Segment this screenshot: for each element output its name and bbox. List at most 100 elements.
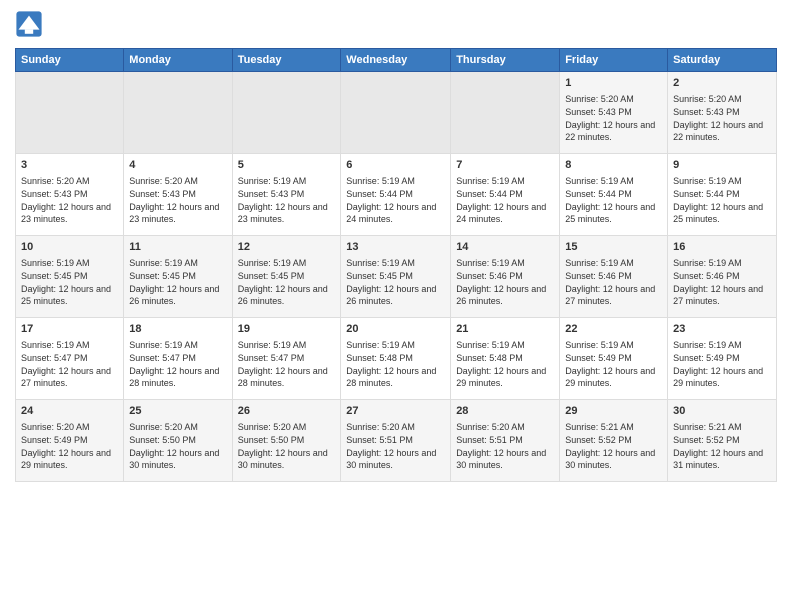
sunset-text: Sunset: 5:43 PM — [129, 188, 226, 201]
day-number: 9 — [673, 158, 771, 173]
sunset-text: Sunset: 5:44 PM — [673, 188, 771, 201]
sunset-text: Sunset: 5:45 PM — [346, 270, 445, 283]
sunrise-text: Sunrise: 5:19 AM — [673, 175, 771, 188]
day-number: 19 — [238, 322, 336, 337]
sunset-text: Sunset: 5:43 PM — [21, 188, 118, 201]
daylight-text: Daylight: 12 hours and 27 minutes. — [673, 283, 771, 308]
calendar-cell — [341, 72, 451, 154]
calendar-week-row: 17Sunrise: 5:19 AMSunset: 5:47 PMDayligh… — [16, 318, 777, 400]
day-number: 18 — [129, 322, 226, 337]
day-number: 24 — [21, 404, 118, 419]
daylight-text: Daylight: 12 hours and 28 minutes. — [346, 365, 445, 390]
logo — [15, 10, 47, 38]
day-number: 3 — [21, 158, 118, 173]
page-container: SundayMondayTuesdayWednesdayThursdayFrid… — [0, 0, 792, 487]
day-number: 20 — [346, 322, 445, 337]
calendar-cell: 10Sunrise: 5:19 AMSunset: 5:45 PMDayligh… — [16, 236, 124, 318]
sunrise-text: Sunrise: 5:20 AM — [129, 175, 226, 188]
sunrise-text: Sunrise: 5:19 AM — [346, 257, 445, 270]
sunrise-text: Sunrise: 5:19 AM — [21, 339, 118, 352]
calendar-week-row: 1Sunrise: 5:20 AMSunset: 5:43 PMDaylight… — [16, 72, 777, 154]
sunrise-text: Sunrise: 5:19 AM — [673, 257, 771, 270]
calendar-cell: 25Sunrise: 5:20 AMSunset: 5:50 PMDayligh… — [124, 400, 232, 482]
day-number: 25 — [129, 404, 226, 419]
calendar-cell: 29Sunrise: 5:21 AMSunset: 5:52 PMDayligh… — [560, 400, 668, 482]
daylight-text: Daylight: 12 hours and 26 minutes. — [346, 283, 445, 308]
day-number: 16 — [673, 240, 771, 255]
calendar-header: SundayMondayTuesdayWednesdayThursdayFrid… — [16, 49, 777, 72]
sunset-text: Sunset: 5:51 PM — [346, 434, 445, 447]
sunset-text: Sunset: 5:51 PM — [456, 434, 554, 447]
calendar-cell: 1Sunrise: 5:20 AMSunset: 5:43 PMDaylight… — [560, 72, 668, 154]
day-number: 7 — [456, 158, 554, 173]
daylight-text: Daylight: 12 hours and 24 minutes. — [456, 201, 554, 226]
daylight-text: Daylight: 12 hours and 28 minutes. — [238, 365, 336, 390]
sunrise-text: Sunrise: 5:19 AM — [238, 175, 336, 188]
day-number: 21 — [456, 322, 554, 337]
daylight-text: Daylight: 12 hours and 31 minutes. — [673, 447, 771, 472]
day-number: 13 — [346, 240, 445, 255]
sunset-text: Sunset: 5:47 PM — [129, 352, 226, 365]
day-number: 11 — [129, 240, 226, 255]
sunset-text: Sunset: 5:52 PM — [565, 434, 662, 447]
day-number: 5 — [238, 158, 336, 173]
sunset-text: Sunset: 5:45 PM — [129, 270, 226, 283]
daylight-text: Daylight: 12 hours and 23 minutes. — [129, 201, 226, 226]
sunset-text: Sunset: 5:45 PM — [238, 270, 336, 283]
sunrise-text: Sunrise: 5:20 AM — [21, 175, 118, 188]
daylight-text: Daylight: 12 hours and 30 minutes. — [129, 447, 226, 472]
sunset-text: Sunset: 5:47 PM — [238, 352, 336, 365]
sunrise-text: Sunrise: 5:20 AM — [238, 421, 336, 434]
calendar-cell: 30Sunrise: 5:21 AMSunset: 5:52 PMDayligh… — [668, 400, 777, 482]
daylight-text: Daylight: 12 hours and 29 minutes. — [565, 365, 662, 390]
day-number: 27 — [346, 404, 445, 419]
calendar-cell: 20Sunrise: 5:19 AMSunset: 5:48 PMDayligh… — [341, 318, 451, 400]
calendar-cell — [124, 72, 232, 154]
sunrise-text: Sunrise: 5:21 AM — [673, 421, 771, 434]
calendar-cell: 15Sunrise: 5:19 AMSunset: 5:46 PMDayligh… — [560, 236, 668, 318]
calendar-cell: 27Sunrise: 5:20 AMSunset: 5:51 PMDayligh… — [341, 400, 451, 482]
sunrise-text: Sunrise: 5:19 AM — [129, 339, 226, 352]
daylight-text: Daylight: 12 hours and 22 minutes. — [673, 119, 771, 144]
calendar-cell: 14Sunrise: 5:19 AMSunset: 5:46 PMDayligh… — [451, 236, 560, 318]
sunset-text: Sunset: 5:49 PM — [673, 352, 771, 365]
sunset-text: Sunset: 5:44 PM — [565, 188, 662, 201]
day-number: 14 — [456, 240, 554, 255]
calendar-cell: 22Sunrise: 5:19 AMSunset: 5:49 PMDayligh… — [560, 318, 668, 400]
calendar-cell — [16, 72, 124, 154]
daylight-text: Daylight: 12 hours and 30 minutes. — [238, 447, 336, 472]
sunrise-text: Sunrise: 5:19 AM — [238, 257, 336, 270]
day-number: 17 — [21, 322, 118, 337]
calendar-cell: 3Sunrise: 5:20 AMSunset: 5:43 PMDaylight… — [16, 154, 124, 236]
calendar-cell: 23Sunrise: 5:19 AMSunset: 5:49 PMDayligh… — [668, 318, 777, 400]
daylight-text: Daylight: 12 hours and 26 minutes. — [456, 283, 554, 308]
sunrise-text: Sunrise: 5:20 AM — [565, 93, 662, 106]
calendar-cell: 7Sunrise: 5:19 AMSunset: 5:44 PMDaylight… — [451, 154, 560, 236]
calendar-cell: 19Sunrise: 5:19 AMSunset: 5:47 PMDayligh… — [232, 318, 341, 400]
sunrise-text: Sunrise: 5:20 AM — [129, 421, 226, 434]
sunset-text: Sunset: 5:50 PM — [238, 434, 336, 447]
day-number: 29 — [565, 404, 662, 419]
calendar-cell: 24Sunrise: 5:20 AMSunset: 5:49 PMDayligh… — [16, 400, 124, 482]
calendar-week-row: 3Sunrise: 5:20 AMSunset: 5:43 PMDaylight… — [16, 154, 777, 236]
daylight-text: Daylight: 12 hours and 25 minutes. — [673, 201, 771, 226]
daylight-text: Daylight: 12 hours and 26 minutes. — [129, 283, 226, 308]
calendar-body: 1Sunrise: 5:20 AMSunset: 5:43 PMDaylight… — [16, 72, 777, 482]
daylight-text: Daylight: 12 hours and 30 minutes. — [565, 447, 662, 472]
calendar-cell: 11Sunrise: 5:19 AMSunset: 5:45 PMDayligh… — [124, 236, 232, 318]
calendar-cell: 16Sunrise: 5:19 AMSunset: 5:46 PMDayligh… — [668, 236, 777, 318]
day-number: 2 — [673, 76, 771, 91]
calendar-week-row: 24Sunrise: 5:20 AMSunset: 5:49 PMDayligh… — [16, 400, 777, 482]
sunrise-text: Sunrise: 5:19 AM — [673, 339, 771, 352]
day-number: 12 — [238, 240, 336, 255]
calendar-cell: 26Sunrise: 5:20 AMSunset: 5:50 PMDayligh… — [232, 400, 341, 482]
sunrise-text: Sunrise: 5:19 AM — [565, 175, 662, 188]
weekday-header: Thursday — [451, 49, 560, 72]
weekday-header: Monday — [124, 49, 232, 72]
sunset-text: Sunset: 5:48 PM — [346, 352, 445, 365]
sunrise-text: Sunrise: 5:19 AM — [565, 257, 662, 270]
weekday-header: Saturday — [668, 49, 777, 72]
calendar-cell: 18Sunrise: 5:19 AMSunset: 5:47 PMDayligh… — [124, 318, 232, 400]
daylight-text: Daylight: 12 hours and 29 minutes. — [673, 365, 771, 390]
daylight-text: Daylight: 12 hours and 30 minutes. — [456, 447, 554, 472]
